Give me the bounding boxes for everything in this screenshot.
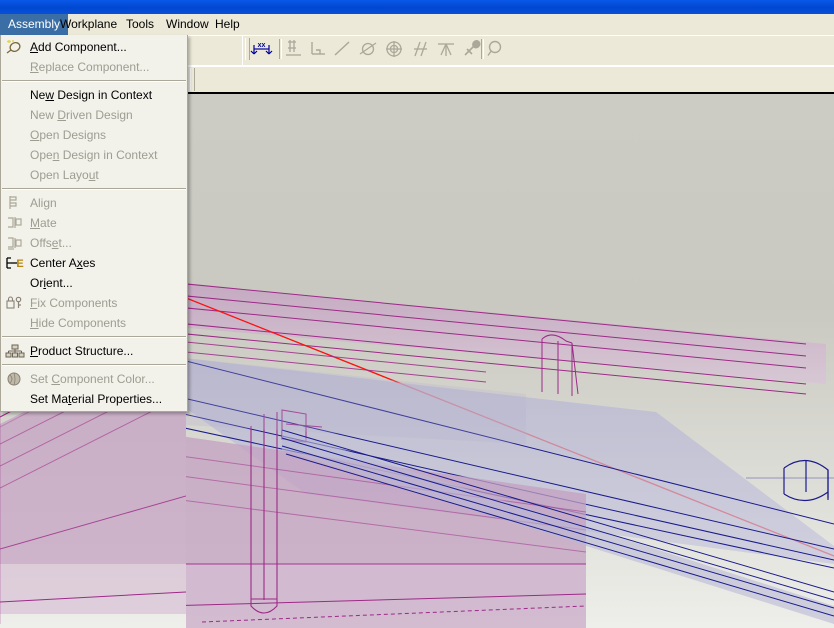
menu-item-label: Center Axes xyxy=(30,256,96,270)
title-bar xyxy=(0,0,834,14)
perpendicular-icon[interactable] xyxy=(306,38,330,60)
dimension-xx-icon[interactable]: xx xyxy=(250,38,274,60)
svg-text:xx: xx xyxy=(258,42,266,49)
menu-item-label: Add Component... xyxy=(30,40,127,54)
menu-item-orient[interactable]: Orient... xyxy=(1,273,187,293)
menu-item-fix-components[interactable]: Fix Components xyxy=(1,293,187,313)
menu-item-add-component[interactable]: Add Component... xyxy=(1,37,187,57)
menu-item-mate[interactable]: Mate xyxy=(1,213,187,233)
product-structure-icon xyxy=(5,343,25,359)
menu-item-open-designs[interactable]: Open Designs xyxy=(1,125,187,145)
toolbar-grip-secondary[interactable] xyxy=(190,68,195,91)
center-axes-icon: E xyxy=(5,255,25,271)
menu-item-label: Open Designs xyxy=(30,128,107,142)
menu-item-label: Offset... xyxy=(30,236,72,250)
menu-item-label: Replace Component... xyxy=(30,60,150,74)
menu-item-label: New Design in Context xyxy=(30,88,153,102)
menu-item-label: Open Design in Context xyxy=(30,148,158,162)
application-window: Assembly Workplane Tools Window Help xx xyxy=(0,0,834,628)
menu-item-label: Set Material Properties... xyxy=(30,392,163,406)
svg-text:E: E xyxy=(16,258,23,270)
offset-icon xyxy=(5,235,25,251)
menu-item-product-structure[interactable]: Product Structure... xyxy=(1,341,187,361)
symmetry-icon[interactable] xyxy=(434,38,458,60)
menu-item-open-design-in-context[interactable]: Open Design in Context xyxy=(1,145,187,165)
tangent-icon[interactable] xyxy=(356,38,380,60)
menu-item-label: New Driven Design xyxy=(30,108,133,122)
menu-bar: Assembly Workplane Tools Window Help xyxy=(0,14,834,36)
menu-item-label: Set Component Color... xyxy=(30,372,155,386)
menu-separator xyxy=(2,336,186,338)
mate-icon xyxy=(5,215,25,231)
menubar-item-help[interactable]: Help xyxy=(207,14,248,35)
menu-item-label: Fix Components xyxy=(30,296,118,310)
equal-length-icon[interactable] xyxy=(408,38,432,60)
menu-separator xyxy=(2,80,186,82)
add-component-icon xyxy=(5,39,25,55)
menu-item-new-driven-design[interactable]: New Driven Design xyxy=(1,105,187,125)
cad-viewport[interactable] xyxy=(186,94,834,628)
menu-item-label: Mate xyxy=(30,216,57,230)
menu-item-label: Hide Components xyxy=(30,316,127,330)
menu-item-new-design-in-context[interactable]: New Design in Context xyxy=(1,85,187,105)
line-constraint-icon[interactable] xyxy=(330,38,354,60)
menu-item-hide-components[interactable]: Hide Components xyxy=(1,313,187,333)
cad-model-wireframe xyxy=(186,283,834,628)
concentric-icon[interactable] xyxy=(382,38,406,60)
menu-item-replace-component[interactable]: Replace Component... xyxy=(1,57,187,77)
menu-item-label: Orient... xyxy=(30,276,73,290)
menu-item-center-axes[interactable]: E Center Axes xyxy=(1,253,187,273)
menu-item-label: Open Layout xyxy=(30,168,99,182)
align-icon xyxy=(5,195,25,211)
menubar-item-tools[interactable]: Tools xyxy=(118,14,162,35)
menu-separator xyxy=(2,188,186,190)
parallel-constraint-icon[interactable] xyxy=(282,38,306,60)
assembly-dropdown-menu[interactable]: Add Component... Replace Component... Ne… xyxy=(0,35,188,412)
lock-key-icon xyxy=(5,295,25,311)
menu-item-label: Product Structure... xyxy=(30,344,134,358)
menu-item-offset[interactable]: Offset... xyxy=(1,233,187,253)
menu-item-align[interactable]: Align xyxy=(1,193,187,213)
zoom-icon[interactable] xyxy=(484,38,508,60)
menu-item-set-material-properties[interactable]: Set Material Properties... xyxy=(1,389,187,409)
sphere-color-icon xyxy=(5,371,25,387)
menu-item-set-component-color[interactable]: Set Component Color... xyxy=(1,369,187,389)
menu-item-label: Align xyxy=(30,196,57,210)
menu-separator xyxy=(2,364,186,366)
menu-item-open-layout[interactable]: Open Layout xyxy=(1,165,187,185)
menubar-item-workplane[interactable]: Workplane xyxy=(52,14,125,35)
toolbar-panel-mid xyxy=(186,35,244,66)
